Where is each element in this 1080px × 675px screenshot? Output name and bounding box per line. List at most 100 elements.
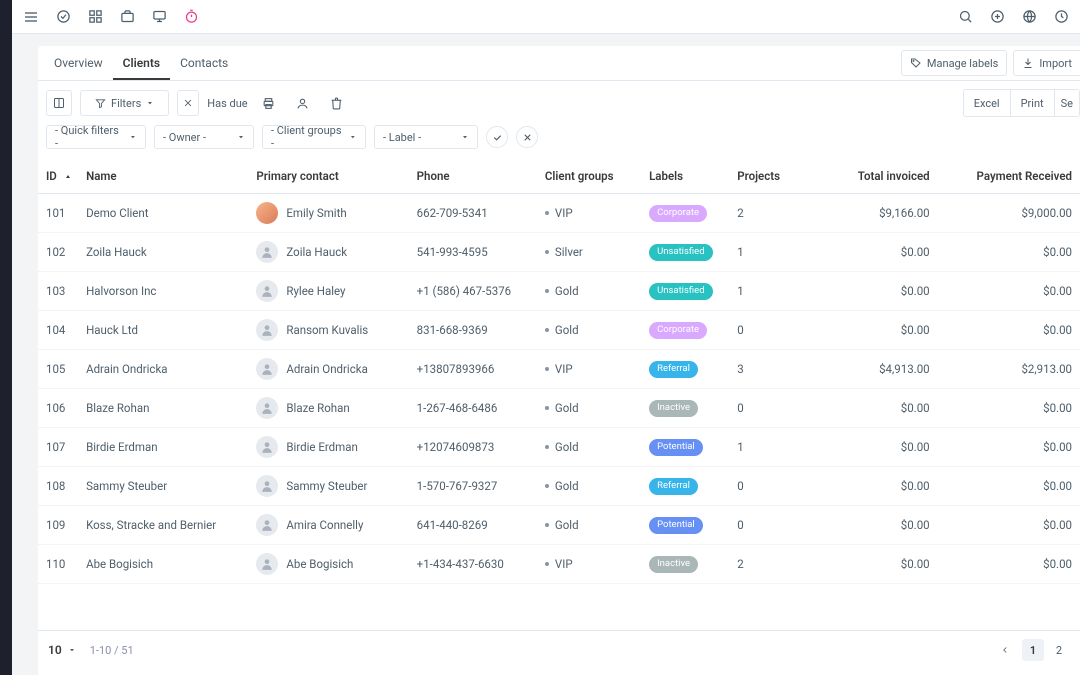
table-row[interactable]: 103Halvorson IncRylee Haley+1 (586) 467-… (38, 272, 1080, 311)
cell-group: VIP (537, 350, 641, 389)
col-labels[interactable]: Labels (641, 159, 729, 194)
clear-filter-button[interactable] (177, 90, 199, 116)
cell-contact[interactable]: Blaze Rohan (248, 389, 408, 428)
topbar (12, 0, 1080, 34)
cell-group: Gold (537, 311, 641, 350)
table-row[interactable]: 104Hauck LtdRansom Kuvalis831-668-9369Go… (38, 311, 1080, 350)
cell-id: 104 (38, 311, 78, 350)
check-circle-icon[interactable] (54, 8, 72, 26)
apply-filter-button[interactable] (486, 126, 508, 148)
cell-contact[interactable]: Amira Connelly (248, 506, 408, 545)
clients-table-wrap: ID Name Primary contact Phone Client gro… (38, 159, 1080, 630)
cell-contact[interactable]: Emily Smith (248, 194, 408, 233)
owner-select[interactable]: - Owner - (154, 125, 254, 149)
globe-icon[interactable] (1020, 8, 1038, 26)
page-2-button[interactable]: 2 (1048, 639, 1070, 661)
cell-name[interactable]: Zoila Hauck (78, 233, 248, 272)
cell-name[interactable]: Birdie Erdman (78, 428, 248, 467)
cell-id: 107 (38, 428, 78, 467)
search-icon[interactable] (956, 8, 974, 26)
cell-label: Corporate (641, 194, 729, 233)
label-select[interactable]: - Label - (374, 125, 478, 149)
col-invoiced[interactable]: Total invoiced (795, 159, 937, 194)
avatar (256, 475, 278, 497)
cell-phone: 641-440-8269 (409, 506, 537, 545)
print-icon-button[interactable] (256, 90, 282, 116)
col-contact[interactable]: Primary contact (248, 159, 408, 194)
trash-icon-button[interactable] (324, 90, 350, 116)
briefcase-icon[interactable] (118, 8, 136, 26)
export-excel-button[interactable]: Excel (964, 90, 1011, 116)
cell-payment: $0.00 (938, 545, 1080, 584)
cell-name[interactable]: Hauck Ltd (78, 311, 248, 350)
reset-filter-button[interactable] (516, 126, 538, 148)
cell-id: 109 (38, 506, 78, 545)
pager: 12 (994, 639, 1070, 661)
cell-id: 102 (38, 233, 78, 272)
menu-icon[interactable] (22, 8, 40, 26)
tab-clients[interactable]: Clients (113, 46, 170, 80)
cell-id: 110 (38, 545, 78, 584)
cell-payment: $0.00 (938, 428, 1080, 467)
prev-page-button[interactable] (994, 639, 1016, 661)
cell-id: 106 (38, 389, 78, 428)
col-payment[interactable]: Payment Received (938, 159, 1080, 194)
cell-label: Potential (641, 428, 729, 467)
cell-contact[interactable]: Birdie Erdman (248, 428, 408, 467)
grid-icon[interactable] (86, 8, 104, 26)
columns-button[interactable] (46, 90, 72, 116)
cell-contact[interactable]: Ransom Kuvalis (248, 311, 408, 350)
cell-phone: 541-993-4595 (409, 233, 537, 272)
table-row[interactable]: 109Koss, Stracke and BernierAmira Connel… (38, 506, 1080, 545)
export-group: Excel Print Se (963, 89, 1080, 117)
col-id[interactable]: ID (38, 159, 78, 194)
manage-labels-button[interactable]: Manage labels (901, 50, 1007, 76)
cell-name[interactable]: Blaze Rohan (78, 389, 248, 428)
cell-invoiced: $9,166.00 (795, 194, 937, 233)
pagination-range: 1-10 / 51 (90, 644, 134, 657)
table-row[interactable]: 101Demo ClientEmily Smith662-709-5341VIP… (38, 194, 1080, 233)
quick-filters-select[interactable]: - Quick filters - (46, 125, 146, 149)
col-projects[interactable]: Projects (729, 159, 795, 194)
person-icon-button[interactable] (290, 90, 316, 116)
plus-circle-icon[interactable] (988, 8, 1006, 26)
cell-id: 105 (38, 350, 78, 389)
table-row[interactable]: 102Zoila HauckZoila Hauck541-993-4595Sil… (38, 233, 1080, 272)
per-page-select[interactable]: 10 (48, 643, 76, 657)
filters-button[interactable]: Filters (80, 90, 169, 116)
import-button[interactable]: Import (1013, 50, 1080, 76)
monitor-icon[interactable] (150, 8, 168, 26)
cell-contact[interactable]: Rylee Haley (248, 272, 408, 311)
table-row[interactable]: 107Birdie ErdmanBirdie Erdman+1207460987… (38, 428, 1080, 467)
stopwatch-icon[interactable] (182, 8, 200, 26)
cell-contact[interactable]: Adrain Ondricka (248, 350, 408, 389)
tab-overview[interactable]: Overview (44, 46, 113, 80)
table-search-button[interactable]: Se (1055, 90, 1079, 116)
table-row[interactable]: 108Sammy SteuberSammy Steuber1-570-767-9… (38, 467, 1080, 506)
client-groups-select[interactable]: - Client groups - (262, 125, 366, 149)
col-groups[interactable]: Client groups (537, 159, 641, 194)
cell-contact[interactable]: Zoila Hauck (248, 233, 408, 272)
table-row[interactable]: 110Abe BogisichAbe Bogisich+1-434-437-66… (38, 545, 1080, 584)
clock-icon[interactable] (1052, 8, 1070, 26)
cell-label: Referral (641, 467, 729, 506)
table-header-row: ID Name Primary contact Phone Client gro… (38, 159, 1080, 194)
col-name[interactable]: Name (78, 159, 248, 194)
cell-name[interactable]: Adrain Ondricka (78, 350, 248, 389)
col-phone[interactable]: Phone (409, 159, 537, 194)
sidebar-sliver (0, 0, 12, 675)
table-row[interactable]: 105Adrain OndrickaAdrain Ondricka+138078… (38, 350, 1080, 389)
cell-name[interactable]: Abe Bogisich (78, 545, 248, 584)
sort-asc-icon (64, 173, 72, 181)
table-row[interactable]: 106Blaze RohanBlaze Rohan1-267-468-6486G… (38, 389, 1080, 428)
cell-name[interactable]: Halvorson Inc (78, 272, 248, 311)
export-print-button[interactable]: Print (1011, 90, 1055, 116)
cell-contact[interactable]: Sammy Steuber (248, 467, 408, 506)
cell-name[interactable]: Demo Client (78, 194, 248, 233)
cell-label: Potential (641, 506, 729, 545)
tab-contacts[interactable]: Contacts (170, 46, 238, 80)
cell-contact[interactable]: Abe Bogisich (248, 545, 408, 584)
cell-name[interactable]: Koss, Stracke and Bernier (78, 506, 248, 545)
page-1-button[interactable]: 1 (1022, 639, 1044, 661)
cell-name[interactable]: Sammy Steuber (78, 467, 248, 506)
